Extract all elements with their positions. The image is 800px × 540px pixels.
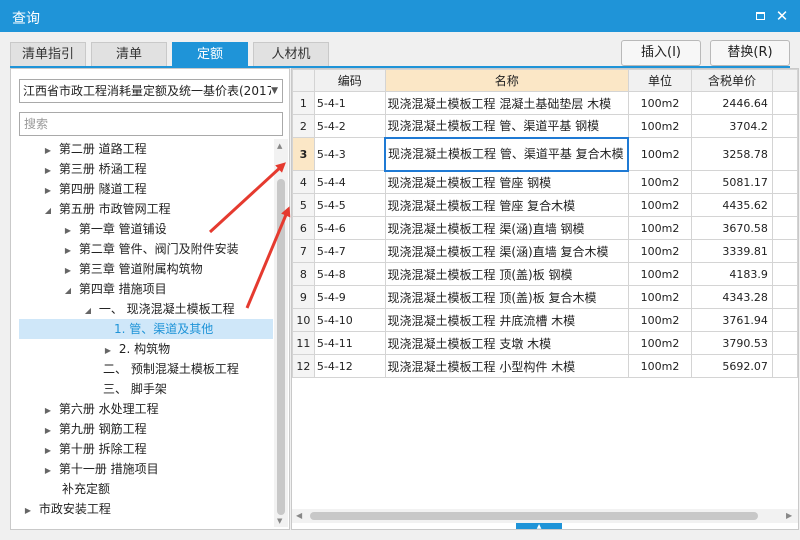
close-icon[interactable]: ✕: [772, 6, 792, 26]
table-row[interactable]: 12 5-4-12 现浇混凝土模板工程 小型构件 木模 100m2 5692.07: [292, 354, 798, 378]
expand-arrow-icon[interactable]: ▶: [61, 261, 75, 281]
tree-item-measures[interactable]: ▶ 第十一册 措施项目: [11, 459, 159, 479]
header-unit[interactable]: 单位: [627, 69, 693, 92]
table-row[interactable]: 5 5-4-5 现浇混凝土模板工程 管座 复合木模 100m2 4435.62: [292, 193, 798, 217]
header-extra: [771, 69, 798, 92]
dropdown-arrow-icon: ▼: [271, 86, 278, 96]
tree-item-tunnel[interactable]: ▶ 第四册 隧道工程: [11, 179, 147, 199]
scroll-left-icon[interactable]: ◀: [296, 511, 302, 520]
tree-item-pipe-channel-other[interactable]: 1. 管、渠道及其他: [19, 319, 273, 339]
collapse-arrow-icon[interactable]: ◢: [61, 281, 75, 301]
header-name[interactable]: 名称: [384, 69, 629, 92]
tree-item-chapter-2[interactable]: ▶ 第二章 管件、阀门及附件安装: [11, 239, 239, 259]
table-row[interactable]: 11 5-4-11 现浇混凝土模板工程 支墩 木模 100m2 3790.53: [292, 331, 798, 355]
tree-item-supplementary[interactable]: 补充定额: [11, 479, 110, 499]
search-input[interactable]: [19, 112, 283, 136]
tree-item-water-treatment[interactable]: ▶ 第六册 水处理工程: [11, 399, 159, 419]
selected-name-cell[interactable]: 现浇混凝土模板工程 管、渠道平基 复合木模: [384, 136, 630, 172]
quota-library-select[interactable]: 江西省市政工程消耗量定额及统一基价表(2017 ▼: [19, 79, 283, 103]
table-row[interactable]: 4 5-4-4 现浇混凝土模板工程 管座 钢模 100m2 5081.17: [292, 170, 798, 194]
tree-item-municipal-installation[interactable]: ▶ 市政安装工程: [11, 499, 111, 519]
tree-item-precast-formwork[interactable]: 二、 预制混凝土模板工程: [11, 359, 239, 379]
window-title: 查询: [12, 11, 40, 27]
tab-bill[interactable]: 清单: [91, 42, 167, 66]
scroll-down-icon[interactable]: ▼: [277, 517, 282, 525]
maximize-icon[interactable]: [750, 6, 770, 26]
tree-item-pipe-network[interactable]: ◢ 第五册 市政管网工程: [11, 199, 171, 219]
quota-tree-panel: 江西省市政工程消耗量定额及统一基价表(2017 ▼ ▶ 第二册 道路工程 ▶ 第…: [10, 68, 290, 530]
collapse-arrow-icon[interactable]: ◢: [41, 201, 55, 221]
replace-button[interactable]: 替换(R): [710, 40, 790, 66]
expand-arrow-icon[interactable]: ▶: [41, 441, 55, 461]
table-row[interactable]: 2 5-4-2 现浇混凝土模板工程 管、渠道平基 钢模 100m2 3704.2: [292, 114, 798, 138]
table-row-selected[interactable]: 3 5-4-3 现浇混凝土模板工程 管、渠道平基 复合木模 100m2 3258.78: [292, 136, 798, 172]
tree-item-chapter-3[interactable]: ▶ 第三章 管道附属构筑物: [11, 259, 203, 279]
quota-table: 编码 名称 单位 含税单价 1 5-4-1 现浇混凝土模板工程 混凝土基础垫层 木模…: [292, 69, 798, 378]
grid-scrollbar-thumb[interactable]: [310, 512, 758, 520]
tree-scrollbar[interactable]: ▲ ▼: [274, 139, 288, 527]
tree-item-bridge[interactable]: ▶ 第三册 桥涵工程: [11, 159, 147, 179]
grid-horizontal-scrollbar[interactable]: ◀ ▶: [292, 509, 798, 523]
tab-quota[interactable]: 定额: [172, 42, 248, 66]
collapse-arrow-icon[interactable]: ◢: [81, 301, 95, 321]
expand-arrow-icon[interactable]: ▶: [41, 161, 55, 181]
expand-arrow-icon[interactable]: ▶: [41, 461, 55, 481]
tree-item-rebar[interactable]: ▶ 第九册 钢筋工程: [11, 419, 147, 439]
header-code[interactable]: 编码: [313, 69, 386, 92]
table-row[interactable]: 7 5-4-7 现浇混凝土模板工程 渠(涵)直墙 复合木模 100m2 3339.81: [292, 239, 798, 263]
header-price[interactable]: 含税单价: [691, 69, 773, 92]
table-header-row: 编码 名称 单位 含税单价: [292, 69, 798, 92]
tree-item-structures[interactable]: ▶ 2. 构筑物: [11, 339, 170, 359]
expand-arrow-icon[interactable]: ▶: [41, 181, 55, 201]
quota-library-value: 江西省市政工程消耗量定额及统一基价表(2017: [23, 84, 271, 98]
header-row-number: [292, 69, 315, 92]
table-row[interactable]: 8 5-4-8 现浇混凝土模板工程 顶(盖)板 钢模 100m2 4183.9: [292, 262, 798, 286]
tree-item-road[interactable]: ▶ 第二册 道路工程: [11, 139, 147, 159]
table-row[interactable]: 10 5-4-10 现浇混凝土模板工程 井底流槽 木模 100m2 3761.94: [292, 308, 798, 332]
tab-labor-material-machine[interactable]: 人材机: [253, 42, 329, 66]
quota-grid-panel: 编码 名称 单位 含税单价 1 5-4-1 现浇混凝土模板工程 混凝土基础垫层 木模…: [291, 68, 799, 530]
expand-arrow-icon[interactable]: ▶: [101, 341, 115, 361]
scroll-right-icon[interactable]: ▶: [786, 511, 792, 520]
table-row[interactable]: 6 5-4-6 现浇混凝土模板工程 渠(涵)直墙 钢模 100m2 3670.58: [292, 216, 798, 240]
quota-tree: ▶ 第二册 道路工程 ▶ 第三册 桥涵工程 ▶ 第四册 隧道工程 ◢ 第五册 市…: [11, 139, 273, 523]
tree-item-demolition[interactable]: ▶ 第十册 拆除工程: [11, 439, 147, 459]
tree-item-cast-in-place-formwork[interactable]: ◢ 一、 现浇混凝土模板工程: [11, 299, 235, 319]
tree-scrollbar-thumb[interactable]: [277, 179, 285, 515]
tab-bill-guide[interactable]: 清单指引: [10, 42, 86, 66]
tree-item-chapter-1[interactable]: ▶ 第一章 管道铺设: [11, 219, 167, 239]
tree-item-scaffolding[interactable]: 三、 脚手架: [11, 379, 167, 399]
expand-arrow-icon[interactable]: ▶: [41, 421, 55, 441]
tree-item-chapter-4[interactable]: ◢ 第四章 措施项目: [11, 279, 167, 299]
expand-arrow-icon[interactable]: ▶: [61, 241, 75, 261]
title-bar: 查询 ✕: [0, 0, 800, 32]
scroll-up-icon[interactable]: ▲: [277, 142, 282, 150]
panel-splitter-handle[interactable]: ▲: [516, 523, 562, 529]
expand-arrow-icon[interactable]: ▶: [21, 501, 35, 521]
table-row[interactable]: 1 5-4-1 现浇混凝土模板工程 混凝土基础垫层 木模 100m2 2446.64: [292, 91, 798, 115]
expand-arrow-icon[interactable]: ▶: [41, 401, 55, 421]
insert-button[interactable]: 插入(I): [621, 40, 701, 66]
expand-arrow-icon[interactable]: ▶: [61, 221, 75, 241]
expand-arrow-icon[interactable]: ▶: [41, 141, 55, 161]
table-row[interactable]: 9 5-4-9 现浇混凝土模板工程 顶(盖)板 复合木模 100m2 4343.28: [292, 285, 798, 309]
